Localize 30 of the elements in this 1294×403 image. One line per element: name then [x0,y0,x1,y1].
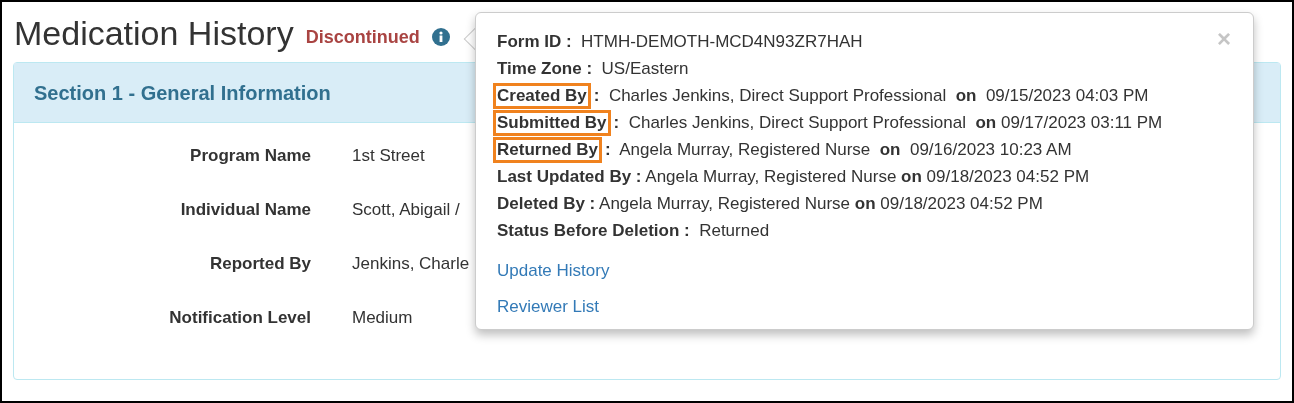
field-value: 1st Street [352,145,425,168]
popover-link[interactable]: Update History [497,258,610,284]
section-title: Section 1 - General Information [34,80,331,106]
info-value: : Charles Jenkins, Direct Support Professional on 09/17/2023 03:11 PM [613,111,1163,134]
info-label: Form ID [497,30,563,53]
info-value: : Charles Jenkins, Direct Support Professional on 09/15/2023 04:03 PM [593,84,1149,107]
info-label: Deleted By [497,192,586,215]
field-label: Individual Name [179,199,311,222]
info-label: Returned By [493,136,603,163]
info-label: Last Updated By [497,165,633,188]
popover-link[interactable]: Reviewer List [497,293,600,319]
field-value: Medium [352,307,413,330]
info-label: Time Zone [497,57,583,80]
info-value: : Returned [684,219,770,242]
info-value: : HTMH-DEMOTH-MCD4N93ZR7HAH [565,30,863,53]
info-label: Submitted By [493,109,611,136]
page-title: Medication History [14,16,294,50]
field-label: Program Name [189,145,311,168]
status-label: Discontinued [305,25,420,49]
info-value: : Angela Murray, Registered Nurse on 09/18/2023 04:52 PM [589,192,1043,215]
field-label: Notification Level [168,307,311,330]
info-value: : US/Eastern [586,57,689,80]
field-value: Scott, Abigail / [352,199,460,222]
info-label: Status Before Deletion [497,219,681,242]
info-value: : Angela Murray, Registered Nurse on 09/18/2023 04:52 PM [635,165,1090,188]
info-label: Created By [493,82,591,109]
info-value: : Angela Murray, Registered Nurse on 09/16/2023 10:23 AM [605,138,1072,161]
field-value: Jenkins, Charle [352,253,470,276]
field-label: Reported By [208,253,311,276]
info-icon[interactable] [431,28,450,46]
